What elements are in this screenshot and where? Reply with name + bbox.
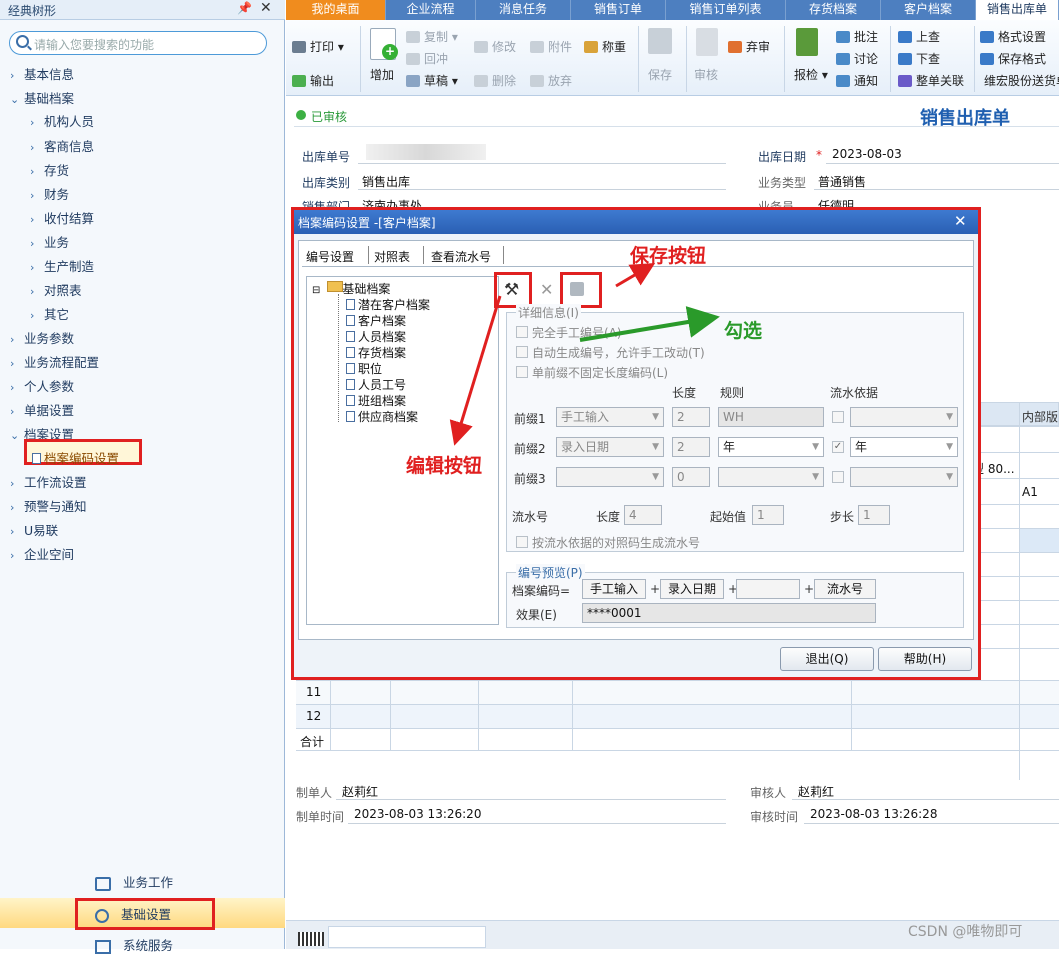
annotation-arrows [449, 262, 720, 446]
